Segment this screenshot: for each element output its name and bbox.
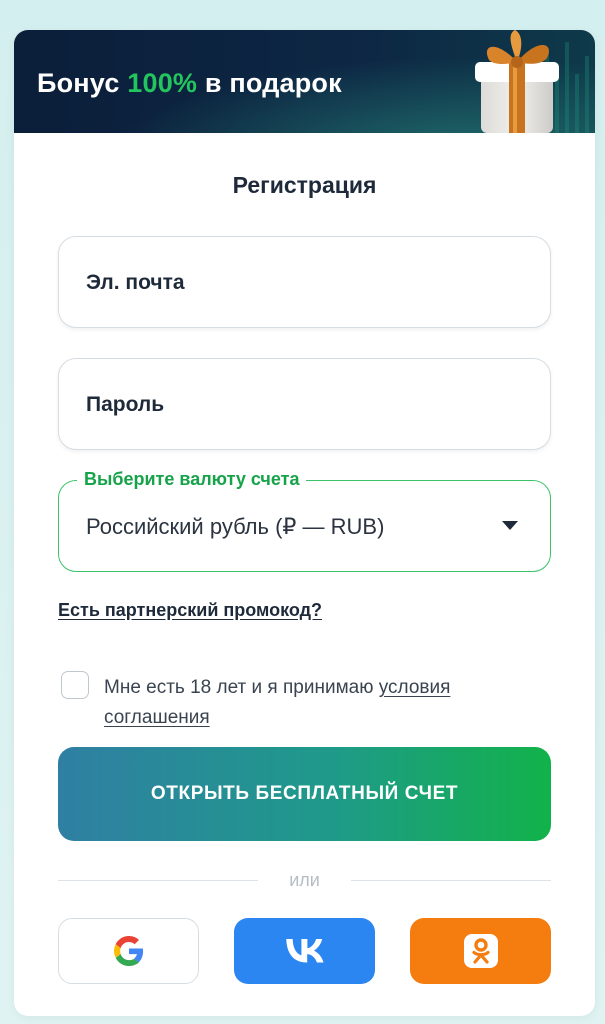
vk-login-button[interactable] (234, 918, 375, 984)
or-divider: или (58, 870, 551, 892)
google-login-button[interactable] (58, 918, 199, 984)
currency-select[interactable]: Выберите валюту счета Российский рубль (… (58, 469, 551, 572)
registration-card: Бонус 100% в подарок Регистрация Эл. поч… (14, 30, 595, 1016)
gift-box-icon (475, 30, 559, 133)
terms-label: Мне есть 18 лет и я принимаю (104, 677, 374, 698)
divider-line-right (351, 880, 551, 881)
page-title: Регистрация (232, 172, 377, 198)
banner-title-suffix: в подарок (204, 68, 342, 98)
banner-title-prefix: Бонус (37, 68, 120, 98)
password-field[interactable]: Пароль (58, 358, 551, 450)
banner-title: Бонус 100% в подарок (37, 68, 342, 99)
caret-down-icon (502, 521, 518, 530)
banner-title-accent: 100% (127, 68, 198, 98)
vk-icon (285, 939, 323, 963)
open-account-button[interactable]: ОТКРЫТЬ БЕСПЛАТНЫЙ СЧЕТ (58, 747, 551, 841)
age-terms-checkbox[interactable] (61, 671, 89, 699)
odnoklassniki-icon (463, 934, 498, 968)
google-icon (113, 936, 143, 966)
promo-code-link[interactable]: Есть партнерский промокод? (58, 600, 322, 621)
odnoklassniki-login-button[interactable] (410, 918, 551, 984)
currency-label: Выберите валюту счета (77, 469, 307, 490)
email-field[interactable]: Эл. почта (58, 236, 551, 328)
password-label: Пароль (86, 393, 165, 416)
bonus-banner: Бонус 100% в подарок (14, 30, 595, 133)
email-label: Эл. почта (86, 271, 185, 294)
currency-value: Российский рубль (₽ — RUB) (86, 514, 385, 539)
terms-text: Мне есть 18 лет и я принимаю условия сог… (104, 673, 544, 733)
